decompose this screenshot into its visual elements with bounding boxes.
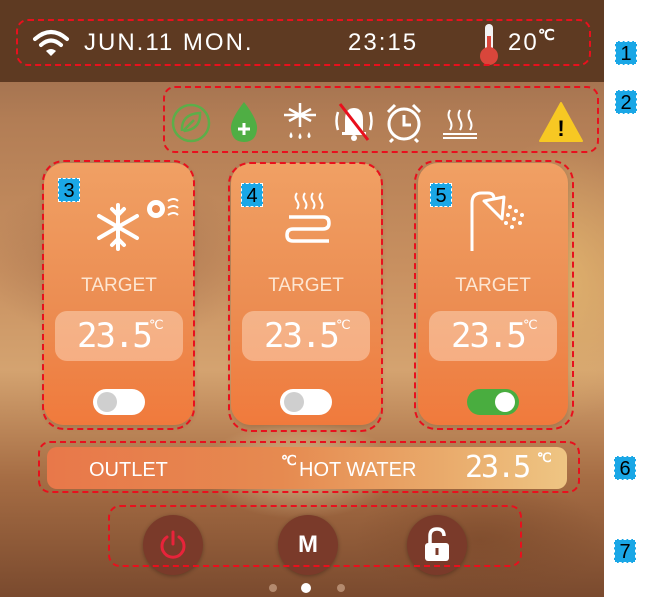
page-dot-3[interactable] xyxy=(337,584,345,592)
callout-6: 6 xyxy=(614,456,636,480)
annotated-screenshot: JUN.11 MON. 23:15 20 ℃ ! TARGET 23.5 ℃ T… xyxy=(0,0,649,597)
highlight-box-7 xyxy=(108,505,522,567)
page-dot-2[interactable] xyxy=(301,583,311,593)
callout-7: 7 xyxy=(614,539,636,563)
callout-3: 3 xyxy=(58,178,80,202)
callout-1: 1 xyxy=(615,41,637,65)
highlight-box-2 xyxy=(163,86,599,153)
callout-4: 4 xyxy=(241,183,263,207)
highlight-box-6 xyxy=(38,441,580,493)
callout-2: 2 xyxy=(615,90,637,114)
highlight-box-1 xyxy=(16,19,591,66)
callout-5: 5 xyxy=(430,183,452,207)
page-dot-1[interactable] xyxy=(269,584,277,592)
